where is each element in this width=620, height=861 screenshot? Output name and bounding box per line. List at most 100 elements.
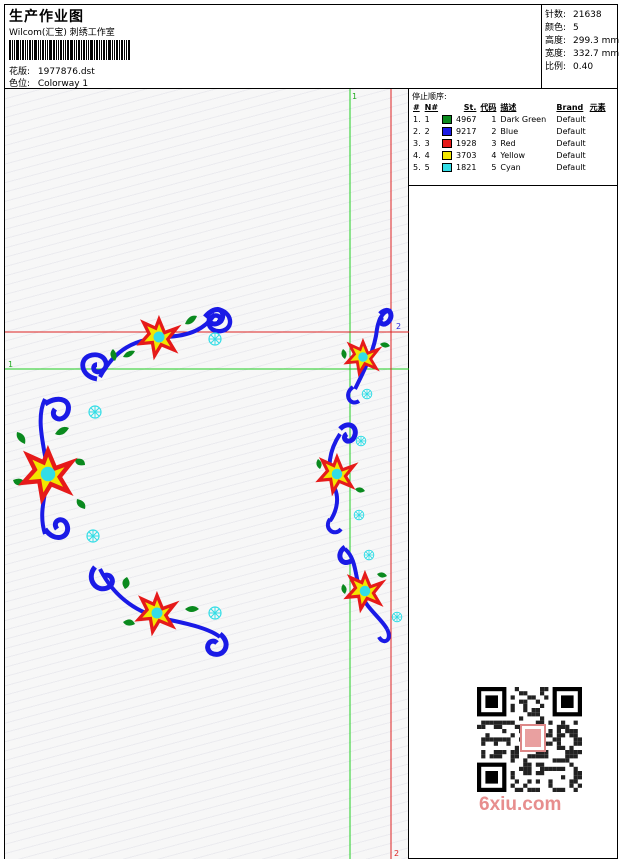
barcode-bar [29, 40, 31, 60]
barcode-bar [112, 40, 113, 60]
barcode-bar [99, 40, 100, 60]
design-preview: 1 2 1 2 [5, 89, 409, 859]
row-index: 3. [413, 138, 421, 148]
barcode-bar [106, 40, 107, 60]
design-height-value: 299.3 mm [573, 36, 620, 46]
row-needle: 1 [424, 114, 430, 124]
row-brand: Default [556, 126, 586, 136]
barcode-bar [9, 40, 11, 60]
barcode-bar [56, 40, 57, 60]
stitch-count-value: 21638 [573, 10, 602, 20]
barcode-bar [126, 40, 127, 60]
colorway-row: 色位: Colorway 1 [9, 76, 88, 89]
barcode-bar [34, 40, 37, 60]
barcode-bar [25, 40, 26, 60]
barcode-bar [49, 40, 52, 60]
barcode-bar [42, 40, 44, 60]
barcode-bar [114, 40, 115, 60]
design-scale: 比例: 0.40 [545, 59, 593, 72]
table-row: 3. 3 1928 3 Red Default [411, 137, 608, 149]
barcode-bar [20, 40, 21, 60]
guide-label-h-left: 1 [8, 360, 13, 369]
row-index: 5. [413, 162, 421, 172]
color-swatch: 3703 [440, 149, 478, 161]
header-info: 生产作业图 Wilcom(汇宝) 刺绣工作室 花版: 1977876.dst 色… [5, 5, 541, 89]
barcode-bar [63, 40, 64, 60]
barcode-bar [78, 40, 80, 60]
row-index: 1. [413, 114, 421, 124]
barcode-bar [81, 40, 82, 60]
watermark: 6xiu.com [479, 794, 562, 815]
worksheet-header: 生产作业图 Wilcom(汇宝) 刺绣工作室 花版: 1977876.dst 色… [5, 5, 620, 89]
barcode-bar [90, 40, 93, 60]
color-count: 颜色: 5 [545, 20, 579, 33]
row-element [588, 149, 608, 161]
barcode-bar [22, 40, 24, 60]
row-element [588, 161, 608, 173]
row-needle: 5 [424, 162, 430, 172]
color-swatch-box [442, 138, 453, 148]
stop-sequence-title: 停止顺序: [412, 92, 447, 101]
barcode-bar [32, 40, 33, 60]
table-row: 5. 5 1821 5 Cyan Default [411, 161, 608, 173]
row-element [588, 137, 608, 149]
barcode-bar [38, 40, 39, 60]
stop-sequence-table: # N# St. 代码 描述 Brand 元素 1. 1 4967 1 Dark Gre… [411, 102, 608, 173]
row-brand: Default [556, 138, 586, 148]
barcode-bar [119, 40, 120, 60]
qr-code-graphic [477, 687, 582, 792]
col-code: 代码 [480, 103, 497, 112]
barcode-bar [45, 40, 46, 60]
barcode-bar [121, 40, 123, 60]
guide-label-v-top: 1 [352, 92, 357, 101]
embroidery-motif-right [316, 307, 403, 644]
row-element [588, 125, 608, 137]
qr-code [475, 685, 587, 797]
row-element [588, 113, 608, 125]
row-needle: 4 [424, 150, 430, 160]
table-row: 4. 4 3703 4 Yellow Default [411, 149, 608, 161]
barcode-bar [116, 40, 118, 60]
row-code: 2 [491, 126, 497, 136]
row-index: 4. [413, 150, 421, 160]
color-swatch-box [442, 114, 453, 124]
barcode-bar [83, 40, 85, 60]
design-width: 宽度: 332.7 mm [545, 46, 619, 59]
design-width-value: 332.7 mm [573, 49, 620, 59]
col-needle: N# [424, 103, 439, 112]
stitch-count-label: 针数: [545, 10, 567, 20]
color-count-label: 颜色: [545, 23, 567, 33]
guide-label-v-bottom: 2 [394, 849, 399, 858]
barcode-bar [74, 40, 75, 60]
table-row: 2. 2 9217 2 Blue Default [411, 125, 608, 137]
barcode-bar [96, 40, 98, 60]
design-scale-value: 0.40 [573, 62, 594, 72]
barcode-bar [103, 40, 105, 60]
row-stitches: 1821 [456, 162, 477, 172]
color-swatch: 1928 [440, 137, 478, 149]
color-swatch: 9217 [440, 125, 478, 137]
row-code: 4 [491, 150, 497, 160]
barcode-bar [76, 40, 77, 60]
row-description: Dark Green [500, 114, 547, 124]
barcode-bar [53, 40, 55, 60]
stop-sequence-panel: 停止顺序: # N# St. 代码 描述 Brand 元素 1. 1 4967 1 Da… [409, 89, 618, 186]
page-title: 生产作业图 [9, 9, 84, 25]
color-swatch: 1821 [440, 161, 478, 173]
barcode-bar [40, 40, 41, 60]
row-brand: Default [556, 162, 586, 172]
colorway-label: 色位: [9, 79, 31, 89]
barcode-bar [88, 40, 89, 60]
row-needle: 2 [424, 126, 430, 136]
barcode [9, 40, 145, 60]
table-row: 1. 1 4967 1 Dark Green Default [411, 113, 608, 125]
col-index: # [413, 103, 420, 112]
row-code: 5 [491, 162, 497, 172]
barcode-bar [94, 40, 95, 60]
design-canvas: 1 2 1 2 [5, 89, 409, 859]
stats-panel: 针数: 21638 颜色: 5 高度: 299.3 mm 宽度: 332.7 mm 比例… [541, 5, 620, 88]
row-brand: Default [556, 150, 586, 160]
barcode-bar [60, 40, 62, 60]
row-needle: 3 [424, 138, 430, 148]
barcode-bar [58, 40, 59, 60]
